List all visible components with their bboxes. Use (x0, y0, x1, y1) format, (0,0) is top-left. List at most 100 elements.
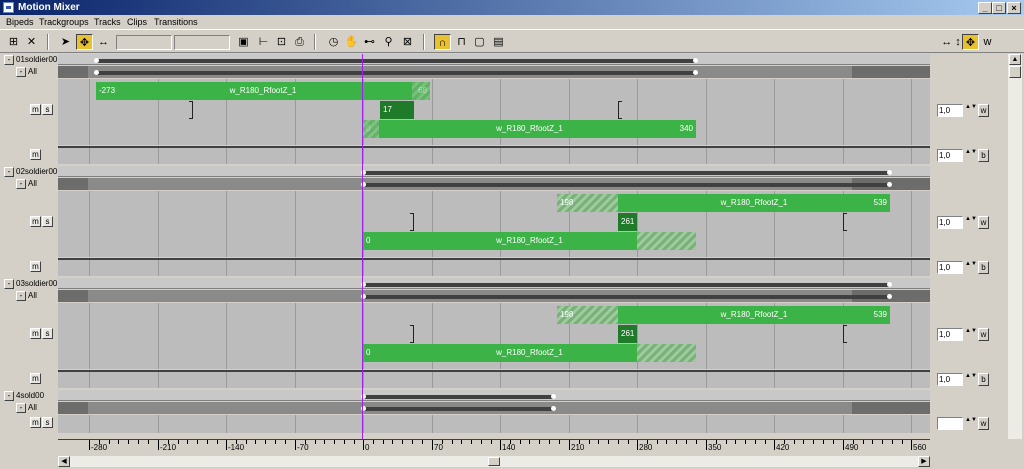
weight-spinner[interactable]: ▲▼ (965, 104, 977, 117)
ruler-minor-tick (109, 440, 110, 444)
trim-icon[interactable]: ⊢ (255, 34, 272, 50)
clip-bottom[interactable]: 0w_R180_RfootZ_1340 (363, 120, 696, 138)
ruler-minor-tick (481, 440, 482, 444)
vertical-scrollbar[interactable]: ▲ (1008, 54, 1022, 439)
grid-line (158, 191, 159, 257)
horizontal-scrollbar[interactable]: ◀ ▶ (58, 456, 930, 467)
select-arrow-icon[interactable]: ➤ (57, 34, 74, 50)
solo-button[interactable]: s (42, 104, 53, 115)
balance-button[interactable]: b (978, 373, 989, 386)
all-collapse-toggle[interactable]: - (16, 291, 26, 301)
clip-end-frame: 539 (873, 310, 887, 319)
add-track-icon[interactable]: ⊞ (5, 34, 22, 50)
ruler-minor-tick (383, 440, 384, 444)
close-button[interactable]: × (1007, 2, 1021, 14)
scroll-right-arrow[interactable]: ▶ (918, 456, 930, 467)
menu-transitions[interactable]: Transitions (154, 16, 198, 29)
weight-value-field[interactable] (937, 417, 963, 430)
time-slider-line[interactable] (362, 54, 363, 439)
grid-line (89, 191, 90, 257)
weight-toggle[interactable]: w (979, 34, 996, 50)
grid-line (89, 303, 90, 369)
zoom-icon[interactable]: ⚲ (380, 34, 397, 50)
clip-top[interactable]: w_R180_RfootZ_1 539 (618, 306, 890, 324)
scroll-left-arrow[interactable]: ◀ (58, 456, 70, 467)
menu-bar: Bipeds Trackgroups Tracks Clips Transiti… (0, 15, 1024, 30)
collapse-toggle[interactable]: - (4, 167, 14, 177)
balance-button[interactable]: b (978, 261, 989, 274)
filmstrip-icon[interactable]: ▣ (235, 34, 252, 50)
weight-value-field[interactable]: 1,0 (937, 328, 963, 341)
display-icon[interactable]: ▤ (490, 34, 507, 50)
scale-icon[interactable]: ↔ (95, 34, 112, 50)
zoom-extents-icon[interactable]: ⊷ (361, 34, 378, 50)
mute-button[interactable]: m (30, 104, 41, 115)
weight-value-field-2[interactable]: 1,0 (937, 149, 963, 162)
weight-spinner[interactable]: ▲▼ (965, 328, 977, 341)
horizontal-scroll-thumb[interactable] (488, 457, 500, 466)
vertical-scroll-thumb[interactable] (1009, 66, 1021, 78)
minimize-button[interactable]: _ (978, 2, 992, 14)
mute-button[interactable]: m (30, 216, 41, 227)
weight-curve-button[interactable]: w (978, 216, 989, 229)
solo-button[interactable]: s (42, 328, 53, 339)
collapse-toggle[interactable]: - (4, 55, 14, 65)
weight-value-field-2[interactable]: 1,0 (937, 373, 963, 386)
menu-clips[interactable]: Clips (127, 16, 147, 29)
snap-icon[interactable]: ∩ (434, 34, 451, 50)
weight-curve-button[interactable]: w (978, 417, 989, 430)
collapse-toggle[interactable]: - (4, 279, 14, 289)
restore-button[interactable]: □ (992, 2, 1006, 14)
collapse-toggle[interactable]: - (4, 391, 14, 401)
move-icon[interactable]: ✥ (76, 34, 93, 50)
weight-spinner[interactable]: ▲▼ (965, 417, 977, 430)
ruler-minor-tick (598, 440, 599, 444)
menu-bipeds[interactable]: Bipeds (6, 16, 34, 29)
weight-spinner[interactable]: ▲▼ (965, 216, 977, 229)
clip-top[interactable]: w_R180_RfootZ_1 539 (618, 194, 890, 212)
weight-value-field[interactable]: 1,0 (937, 216, 963, 229)
transition-block[interactable]: 17 (380, 101, 414, 119)
scroll-up-arrow[interactable]: ▲ (1009, 54, 1021, 65)
pan-hand-icon[interactable]: ✋ (343, 34, 360, 50)
frame-icon[interactable]: ▢ (471, 34, 488, 50)
menu-trackgroups[interactable]: Trackgroups (39, 16, 89, 29)
menu-tracks[interactable]: Tracks (94, 16, 121, 29)
mute-button[interactable]: m (30, 328, 41, 339)
grid-line (89, 148, 90, 164)
solo-button[interactable]: s (42, 216, 53, 227)
transition-block[interactable]: 261 (618, 213, 637, 231)
all-collapse-toggle[interactable]: - (16, 403, 26, 413)
weight-curve-button[interactable]: w (978, 104, 989, 117)
resize-arrows-icon[interactable]: ↔ ↕ (940, 34, 962, 50)
weight-mute-button[interactable]: m (30, 149, 41, 160)
zoom-region-icon[interactable]: ⊠ (399, 34, 416, 50)
all-range-bar (361, 406, 556, 411)
ruler-minor-tick (128, 440, 129, 444)
range-end-field[interactable] (174, 35, 230, 50)
weight-spinner-2[interactable]: ▲▼ (965, 373, 977, 386)
ruler-minor-tick (726, 440, 727, 444)
weight-value-field[interactable]: 1,0 (937, 104, 963, 117)
fit-icon[interactable]: ⊡ (273, 34, 290, 50)
clock-icon[interactable]: ◷ (325, 34, 342, 50)
print-icon[interactable]: ⎙ (291, 34, 308, 50)
mute-button[interactable]: m (30, 417, 41, 428)
move-mode-icon[interactable]: ✥ (962, 34, 979, 50)
weight-mute-button[interactable]: m (30, 373, 41, 384)
weight-spinner-2[interactable]: ▲▼ (965, 149, 977, 162)
clip-top[interactable]: -273w_R180_RfootZ_168 (96, 82, 430, 100)
weight-spinner-2[interactable]: ▲▼ (965, 261, 977, 274)
all-collapse-toggle[interactable]: - (16, 67, 26, 77)
balance-button[interactable]: b (978, 149, 989, 162)
timeline-ruler[interactable]: -280 -210 -140 -70 0 70 140 210 280 350 420 490 560 (58, 439, 930, 456)
transition-block[interactable]: 261 (618, 325, 637, 343)
weight-value-field-2[interactable]: 1,0 (937, 261, 963, 274)
magnet-icon[interactable]: ⊓ (453, 34, 470, 50)
weight-mute-button[interactable]: m (30, 261, 41, 272)
delete-icon[interactable]: ✕ (23, 34, 40, 50)
weight-curve-button[interactable]: w (978, 328, 989, 341)
range-start-field[interactable] (116, 35, 172, 50)
all-collapse-toggle[interactable]: - (16, 179, 26, 189)
solo-button[interactable]: s (42, 417, 53, 428)
